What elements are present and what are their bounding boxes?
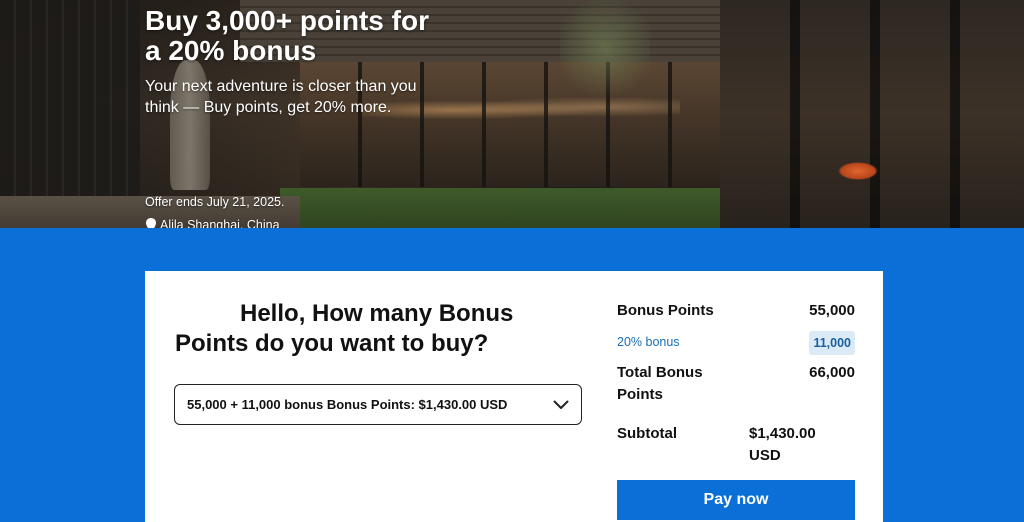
points-package-select[interactable]: 55,000 + 11,000 bonus Bonus Points: $1,4… <box>174 384 582 425</box>
bonus-percent-label: 20% bonus <box>617 335 680 349</box>
subtotal-label: Subtotal <box>617 425 677 442</box>
offer-end-date: Offer ends July 21, 2025. <box>145 195 285 209</box>
points-package-selected-value: 55,000 + 11,000 bonus Bonus Points: $1,4… <box>187 397 508 412</box>
hero-subtitle: Your next adventure is closer than you t… <box>145 78 417 116</box>
bonus-points-value: 55,000 <box>809 302 855 319</box>
hero-photo-foliage <box>560 0 650 120</box>
bonus-points-label: Bonus Points <box>617 302 714 319</box>
bonus-percent-badge: 11,000 <box>809 331 855 355</box>
total-bonus-value: 66,000 <box>809 364 855 381</box>
hero-photo-flowers <box>838 162 878 180</box>
points-question: Hello, How many Bonus Points do you want… <box>175 299 575 359</box>
chevron-down-icon <box>553 400 569 409</box>
hero-photo-lawn <box>280 188 720 228</box>
hotel-location: Alila Shanghai, China <box>145 218 280 228</box>
pay-now-button[interactable]: Pay now <box>617 480 855 520</box>
map-pin-icon <box>146 218 156 228</box>
hero-photo-columns <box>720 0 1024 228</box>
hero-photo-building <box>0 0 140 228</box>
subtotal-value: $1,430.00 USD <box>749 425 816 464</box>
hotel-location-text: Alila Shanghai, China <box>160 218 280 228</box>
purchase-card: Hello, How many Bonus Points do you want… <box>145 271 883 522</box>
hero-title: Buy 3,000+ points for a 20% bonus <box>145 5 429 66</box>
total-bonus-label: Total Bonus Points <box>617 364 703 403</box>
hero-banner: Buy 3,000+ points for a 20% bonus Your n… <box>0 0 1024 228</box>
greeting: Hello <box>240 300 299 327</box>
